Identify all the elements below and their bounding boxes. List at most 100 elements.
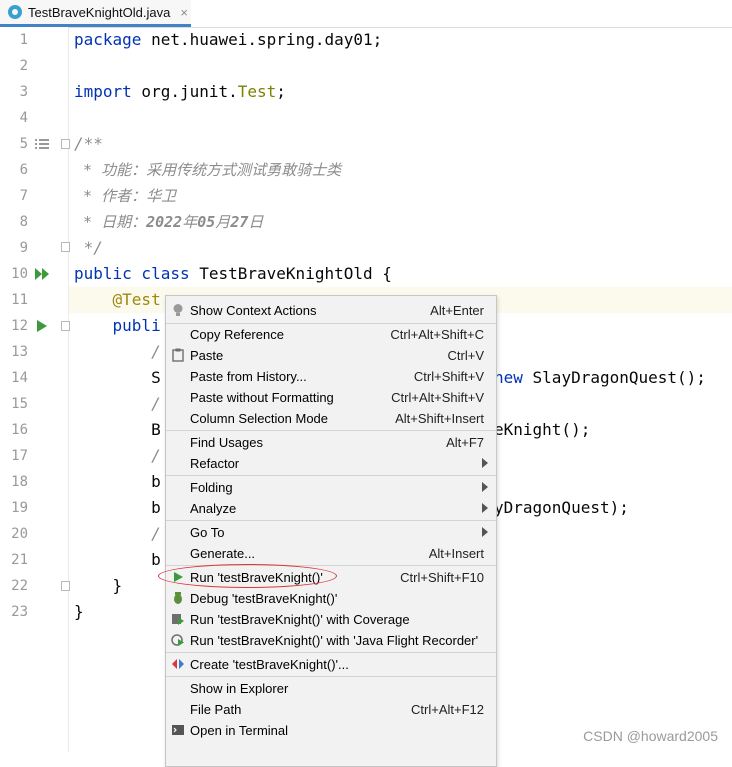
fold-marker[interactable] [61,242,70,252]
code-line-17: / [74,446,161,465]
submenu-arrow-icon [482,482,488,492]
create-icon [172,659,184,669]
submenu-arrow-icon [482,503,488,513]
submenu-arrow-icon [482,458,488,468]
run-method-icon[interactable] [34,318,50,334]
code-text: net.huawei.spring.day01; [141,30,383,49]
tab-label: TestBraveKnightOld.java [28,4,171,20]
line-number: 9 [19,240,28,256]
menu-item-paste[interactable]: Paste Ctrl+V [166,345,496,366]
line-number: 3 [19,84,28,100]
menu-item-label: Find Usages [190,435,263,450]
line-number: 19 [11,500,28,516]
menu-item-label: Paste from History... [190,369,307,384]
line-number: 21 [11,552,28,568]
line-number: 4 [19,110,28,126]
menu-item-label: Run 'testBraveKnight()' with Coverage [190,612,410,627]
code-text: 2022 [146,213,183,231]
menu-item-paste-without-formatting[interactable]: Paste without Formatting Ctrl+Alt+Shift+… [166,387,496,408]
line-number: 23 [11,604,28,620]
menu-item-shortcut: Alt+Enter [430,303,484,318]
line-number: 12 [11,318,28,334]
menu-item-label: Show in Explorer [190,681,289,696]
menu-item-run-with-flight-recorder[interactable]: Run 'testBraveKnight()' with 'Java Fligh… [166,630,496,651]
line-number: 17 [11,448,28,464]
code-line-11: @Test [74,290,161,309]
menu-item-find-usages[interactable]: Find Usages Alt+F7 [166,432,496,453]
class-ref: Test [237,82,277,101]
code-text: 日 [248,213,264,231]
run-class-icon[interactable] [34,266,50,282]
profiler-icon [171,634,184,646]
menu-item-column-selection-mode[interactable]: Column Selection Mode Alt+Shift+Insert [166,408,496,429]
editor-context-menu: Show Context Actions Alt+Enter Copy Refe… [165,295,497,767]
menu-item-shortcut: Ctrl+Alt+Shift+C [390,327,484,342]
line-number: 13 [11,344,28,360]
menu-item-label: Show Context Actions [190,303,317,318]
menu-item-go-to[interactable]: Go To [166,522,496,543]
fold-marker[interactable] [61,581,70,591]
menu-item-refactor[interactable]: Refactor [166,453,496,474]
bulb-icon [173,304,183,316]
menu-separator [166,475,496,476]
menu-item-show-in-explorer[interactable]: Show in Explorer [166,678,496,699]
line-number: 14 [11,370,28,386]
menu-item-label: Run 'testBraveKnight()' with 'Java Fligh… [190,633,479,648]
fold-marker[interactable] [61,321,70,331]
code-line-22: } [74,576,123,595]
code-line-13: / [74,342,161,361]
code-line-16: B [74,420,161,439]
code-line-18: b [74,472,161,491]
menu-separator [166,652,496,653]
code-line-19: b [74,498,161,517]
code-line-16-tail: eKnight(); [494,420,591,439]
line-number: 16 [11,422,28,438]
code-line-19-tail: yDragonQuest); [494,498,629,517]
code-line-12: publi [74,316,161,335]
menu-item-show-context-actions[interactable]: Show Context Actions Alt+Enter [166,300,496,321]
code-line-14: S [74,368,161,387]
line-number: 2 [19,58,28,74]
menu-item-label: Paste [190,348,224,363]
menu-item-copy-reference[interactable]: Copy Reference Ctrl+Alt+Shift+C [166,324,496,345]
line-number: 18 [11,474,28,490]
menu-item-label: Column Selection Mode [190,411,329,426]
menu-item-label: Create 'testBraveKnight()'... [190,657,349,672]
code-line-23: } [74,602,84,621]
code-text: 05 [197,213,216,231]
tab-testbraveknightold[interactable]: TestBraveKnightOld.java × [0,0,191,27]
editor-tab-bar: TestBraveKnightOld.java × [0,0,732,28]
menu-item-paste-from-history[interactable]: Paste from History... Ctrl+Shift+V [166,366,496,387]
menu-item-create-test[interactable]: Create 'testBraveKnight()'... [166,654,496,675]
fold-marker[interactable] [61,139,70,149]
code-line-1: package net.huawei.spring.day01; [74,27,382,53]
menu-item-shortcut: Alt+Shift+Insert [395,411,484,426]
menu-item-label: Debug 'testBraveKnight()' [190,591,338,606]
menu-item-open-in-terminal[interactable]: Open in Terminal [166,720,496,741]
menu-item-label: Open in Terminal [190,723,289,738]
menu-item-analyze[interactable]: Analyze [166,498,496,519]
close-icon[interactable]: × [180,5,188,20]
menu-item-shortcut: Alt+Insert [428,546,484,561]
render-doc-icon[interactable] [35,138,49,150]
menu-item-file-path[interactable]: File Path Ctrl+Alt+F12 [166,699,496,720]
code-line-3: import org.junit.Test; [74,79,286,105]
code-text: SlayDragonQuest(); [522,368,706,387]
terminal-icon [172,725,184,735]
code-line-6: * 功能：采用传统方式测试勇敢骑士类 [74,161,342,179]
code-line-7: * 作者：华卫 [74,187,177,205]
code-line-8: * 日期：2022年05月27日 [74,209,263,235]
menu-item-folding[interactable]: Folding [166,477,496,498]
menu-item-debug-test[interactable]: Debug 'testBraveKnight()' [166,588,496,609]
line-number: 6 [19,162,28,178]
line-number: 8 [19,214,28,230]
code-text: * 日期： [74,213,147,231]
java-class-icon [8,5,22,19]
menu-item-run-with-coverage[interactable]: Run 'testBraveKnight()' with Coverage [166,609,496,630]
menu-item-label: File Path [190,702,242,717]
menu-item-label: Folding [190,480,233,495]
keyword: import [74,82,132,101]
menu-item-generate[interactable]: Generate... Alt+Insert [166,543,496,564]
menu-item-label: Go To [190,525,225,540]
line-number: 10 [11,266,28,282]
